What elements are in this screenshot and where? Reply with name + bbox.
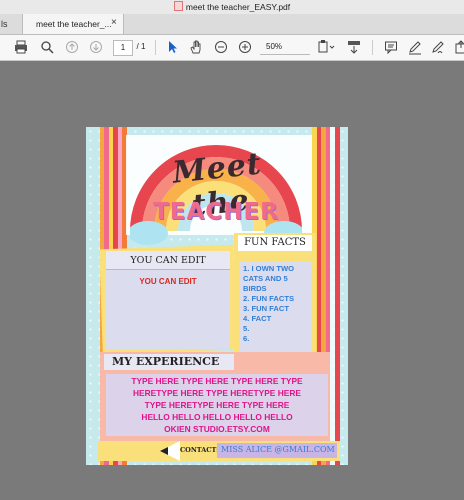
toolbar-divider-2 <box>372 40 373 55</box>
zoom-out-icon[interactable] <box>214 39 228 55</box>
pdf-file-icon <box>173 1 183 11</box>
scroll-mode-icon[interactable] <box>346 39 362 55</box>
contact-value: MISS ALICE @GMAIL.COM <box>221 445 335 454</box>
tab-close-icon[interactable]: × <box>111 17 117 28</box>
hand-icon[interactable] <box>189 39 203 55</box>
search-icon[interactable] <box>40 39 54 55</box>
fun-fact-item: 6. <box>243 334 250 343</box>
toolbar: 1 / 1 50% <box>0 35 464 61</box>
experience-line: HELLO HELLO HELLO HELLO HELLO <box>141 412 293 422</box>
experience-line: TYPE HERETYPE HERE TYPE HERE <box>144 400 290 410</box>
toolbar-divider <box>155 40 156 55</box>
sign-icon[interactable] <box>431 39 445 55</box>
fun-facts-title: FUN FACTS <box>244 237 306 248</box>
left-box-title: YOU CAN EDIT <box>130 255 206 266</box>
tab-label: meet the teacher_... <box>36 19 112 29</box>
page-total: / 1 <box>136 42 146 51</box>
heading-teacher: TEACHER <box>153 199 279 225</box>
experience-header: MY EXPERIENCE <box>104 354 234 370</box>
sidebar-toggle-icon[interactable] <box>0 39 6 55</box>
pointer-icon[interactable] <box>166 39 178 55</box>
comment-icon[interactable] <box>384 39 398 55</box>
experience-line: OKIEN STUDIO.ETSY.COM <box>164 424 270 434</box>
fun-fact-item: 2. FUN FACTS <box>243 294 295 303</box>
zoom-in-icon[interactable] <box>238 39 252 55</box>
zoom-select[interactable]: 50% <box>260 40 310 55</box>
fun-fact-item: 1. I OWN TWO CATS AND 5 BIRDS <box>243 264 295 293</box>
fun-facts-header: FUN FACTS <box>238 235 312 251</box>
experience-line: TYPE HERE TYPE HERE TYPE HERE TYPE <box>131 376 303 386</box>
tab-previous[interactable]: ls <box>0 14 23 34</box>
fun-fact-item: 4. FACT <box>243 314 272 323</box>
experience-title: MY EXPERIENCE <box>112 355 220 368</box>
contact-label: CONTACT: <box>180 446 219 454</box>
print-icon[interactable] <box>14 39 28 55</box>
pen-icon[interactable] <box>408 39 422 55</box>
page-number-input[interactable]: 1 <box>113 40 133 56</box>
left-box-subtitle: YOU CAN EDIT <box>139 277 197 286</box>
tab-active-document[interactable]: meet the teacher_... × <box>22 14 124 34</box>
experience-line: HERETYPE HERE TYPE HERETYPE HERE <box>132 388 301 398</box>
window-title-text: meet the teacher_EASY.pdf <box>185 2 291 12</box>
contact-field[interactable]: MISS ALICE @GMAIL.COM <box>217 443 337 458</box>
experience-text-box[interactable]: TYPE HERE TYPE HERE TYPE HERE TYPE HERET… <box>106 374 328 436</box>
fun-fact-item: 3. FUN FACT <box>243 304 289 313</box>
fun-facts-list[interactable]: 1. I OWN TWO CATS AND 5 BIRDS 2. FUN FAC… <box>240 261 312 352</box>
left-edit-box[interactable]: YOU CAN EDIT YOU CAN EDIT <box>106 251 230 349</box>
fit-page-icon[interactable] <box>317 39 335 55</box>
page-up-icon[interactable] <box>65 39 79 55</box>
pencil-tip-icon <box>160 441 180 461</box>
pdf-page: Meet the TEACHER YOU CAN EDIT YOU CAN ED… <box>86 127 348 465</box>
tab-bar: ls meet the teacher_... × <box>0 14 464 35</box>
window-title: meet the teacher_EASY.pdf <box>0 1 464 12</box>
fun-fact-item: 5. <box>243 324 250 333</box>
page-down-icon[interactable] <box>89 39 103 55</box>
share-icon[interactable] <box>454 39 464 55</box>
stripe <box>335 127 340 465</box>
window-titlebar: meet the teacher_EASY.pdf <box>0 0 464 15</box>
